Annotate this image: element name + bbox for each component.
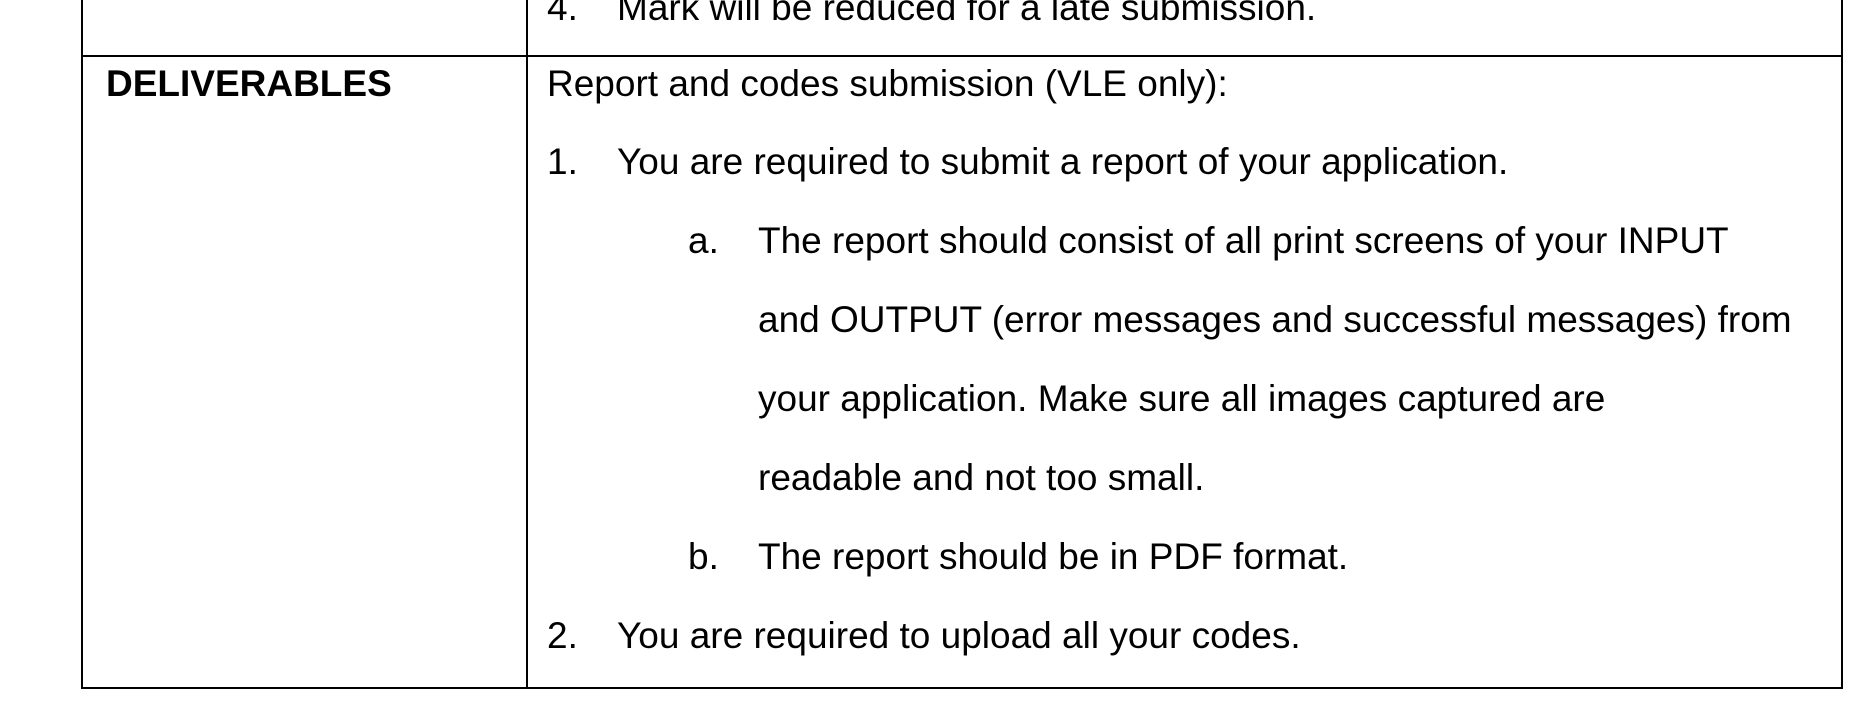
subitem-a-line-2: and OUTPUT (error messages and successfu… xyxy=(758,299,1792,340)
item-1-text: You are required to submit a report of y… xyxy=(617,141,1509,182)
item-1-number: 1. xyxy=(547,141,578,182)
deliverables-label: DELIVERABLES xyxy=(106,63,392,104)
subitem-b-text: The report should be in PDF format. xyxy=(758,536,1349,577)
subitem-b-letter: b. xyxy=(688,536,719,577)
subitem-a-line-4: readable and not too small. xyxy=(758,457,1205,498)
deliverables-intro: Report and codes submission (VLE only): xyxy=(547,63,1228,104)
previous-item-number: 4. xyxy=(547,0,578,28)
subitem-a-line-1: The report should consist of all print s… xyxy=(758,220,1729,261)
previous-item-text: Mark will be reduced for a late submissi… xyxy=(617,0,1317,28)
column-divider xyxy=(526,0,528,687)
subitem-a-line-3: your application. Make sure all images c… xyxy=(758,378,1606,419)
item-2-number: 2. xyxy=(547,615,578,656)
document-page: 4. Mark will be reduced for a late submi… xyxy=(0,0,1868,724)
row-divider xyxy=(83,55,1841,57)
subitem-a-letter: a. xyxy=(688,220,719,261)
item-2-text: You are required to upload all your code… xyxy=(617,615,1301,656)
